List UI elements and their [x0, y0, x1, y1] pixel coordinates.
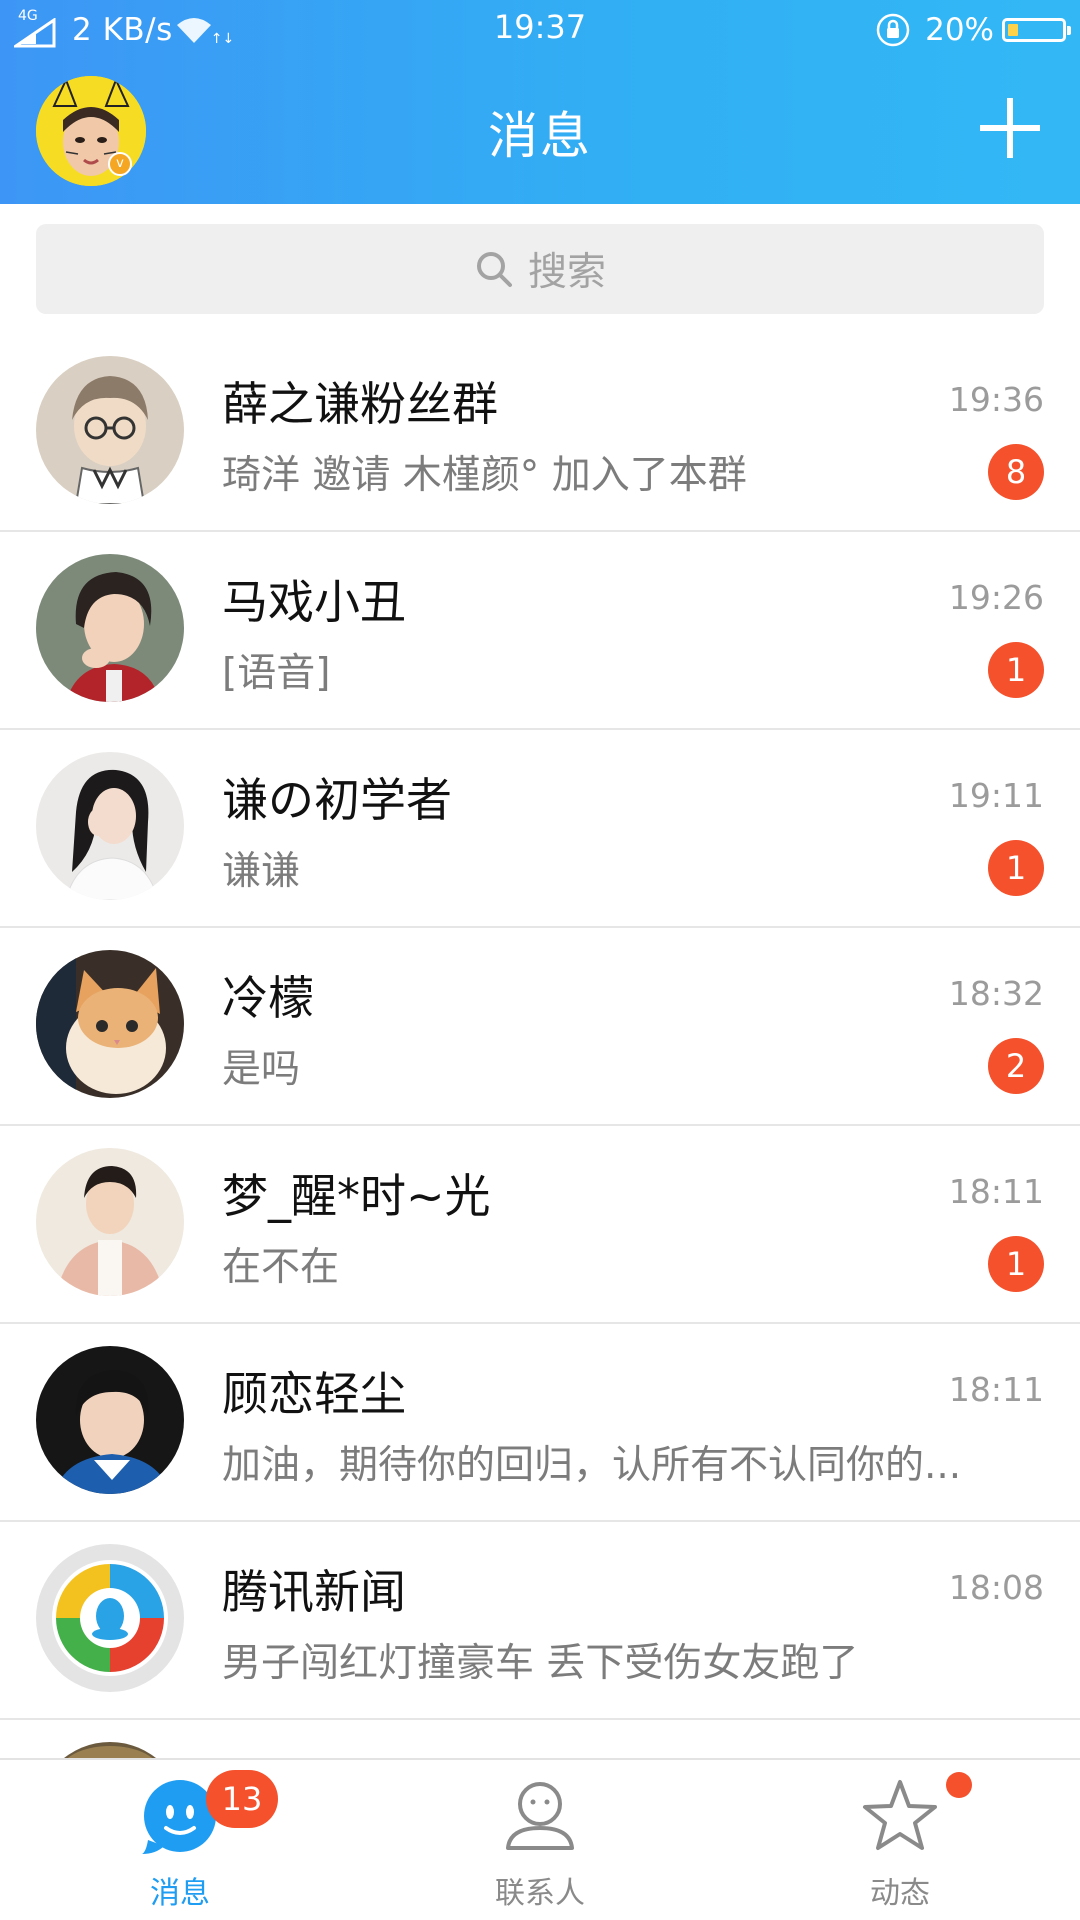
conversation-time: 19:26	[948, 578, 1044, 617]
conversation-avatar	[36, 554, 184, 702]
conversation-item[interactable]: 薛之谦粉丝群 琦洋 邀请 木槿颜° 加入了本群 19:36 8	[0, 334, 1080, 532]
battery-icon	[1002, 18, 1071, 42]
conversation-avatar	[36, 1148, 184, 1296]
unread-badge: 1	[988, 840, 1044, 896]
conversation-time: 19:11	[948, 776, 1044, 815]
moments-notification-dot	[946, 1772, 972, 1798]
conversation-preview: [语音]	[222, 651, 331, 696]
battery-percent: 20%	[925, 12, 994, 48]
unread-badge: 2	[988, 1038, 1044, 1094]
search-placeholder: 搜索	[527, 250, 606, 295]
conversation-item[interactable]: 冷檬 是吗 18:32 2	[0, 928, 1080, 1126]
battery-level	[1008, 24, 1018, 36]
conversation-time: 19:36	[948, 380, 1044, 419]
unread-badge: 1	[988, 642, 1044, 698]
conversation-time: 18:08	[948, 1568, 1044, 1607]
app-header: 4G 2 KB/s ↑↓ 19:37 20% v 消息	[0, 0, 1080, 204]
messages-tab-badge: 13	[206, 1770, 278, 1828]
bottom-tab-bar: 13 消息 联系人 动态	[0, 1758, 1080, 1920]
conversation-name: 腾讯新闻	[222, 1565, 406, 1619]
page-title: 消息	[488, 107, 592, 165]
star-icon	[863, 1780, 937, 1850]
conversation-name: 薛之谦粉丝群	[222, 377, 498, 431]
unread-badge: 1	[988, 1236, 1044, 1292]
conversation-name: 谦の初学者	[222, 773, 452, 827]
conversation-avatar	[36, 752, 184, 900]
conversation-preview: 谦谦	[222, 849, 301, 894]
unread-badge: 8	[988, 444, 1044, 500]
conversation-avatar	[36, 356, 184, 504]
tab-moments[interactable]: 动态	[720, 1760, 1080, 1920]
status-bar: 4G 2 KB/s ↑↓ 19:37 20%	[0, 0, 1080, 56]
conversation-preview: 是吗	[222, 1047, 301, 1092]
search-bar[interactable]: 搜索	[36, 224, 1044, 314]
conversation-avatar	[36, 1346, 184, 1494]
tab-messages-label: 消息	[150, 1876, 210, 1911]
tab-contacts-label: 联系人	[495, 1876, 585, 1911]
conversation-item[interactable]: 梦_醒*时~光 在不在 18:11 1	[0, 1126, 1080, 1324]
conversation-preview: 琦洋 邀请 木槿颜° 加入了本群	[222, 453, 747, 498]
conversation-avatar	[36, 950, 184, 1098]
conversation-preview: 在不在	[222, 1245, 340, 1290]
conversation-preview: 加油，期待你的回归，认所有不认同你的...	[222, 1443, 962, 1488]
add-icon[interactable]	[974, 92, 1046, 164]
tab-messages[interactable]: 13 消息	[0, 1760, 360, 1920]
rotation-lock-icon	[876, 13, 910, 47]
conversation-item[interactable]: 马戏小丑 [语音] 19:26 1	[0, 532, 1080, 730]
conversation-list: 薛之谦粉丝群 琦洋 邀请 木槿颜° 加入了本群 19:36 8 马戏小丑 [语音…	[0, 334, 1080, 1758]
conversation-avatar	[36, 1544, 184, 1692]
conversation-name: 梦_醒*时~光	[222, 1169, 491, 1223]
conversation-avatar	[36, 1742, 184, 1758]
conversation-item[interactable]: 谦の初学者 谦谦 19:11 1	[0, 730, 1080, 928]
conversation-time: 18:11	[948, 1172, 1044, 1211]
conversation-name: 顾恋轻尘	[222, 1367, 406, 1421]
contacts-tab-icon	[506, 1782, 574, 1850]
tab-contacts[interactable]: 联系人	[360, 1760, 720, 1920]
tab-moments-label: 动态	[870, 1876, 930, 1911]
conversation-item[interactable]: 腾讯新闻 男子闯红灯撞豪车 丢下受伤女友跑了 18:08	[0, 1522, 1080, 1720]
search-icon	[476, 252, 512, 287]
conversation-name: 马戏小丑	[222, 575, 406, 629]
conversation-preview: 男子闯红灯撞豪车 丢下受伤女友跑了	[222, 1641, 859, 1686]
conversation-time: 18:32	[948, 974, 1044, 1013]
conversation-item[interactable]: 顾恋轻尘 加油，期待你的回归，认所有不认同你的... 18:11	[0, 1324, 1080, 1522]
conversation-item[interactable]	[0, 1720, 1080, 1758]
conversation-time: 18:11	[948, 1370, 1044, 1409]
conversation-name: 冷檬	[222, 971, 314, 1025]
